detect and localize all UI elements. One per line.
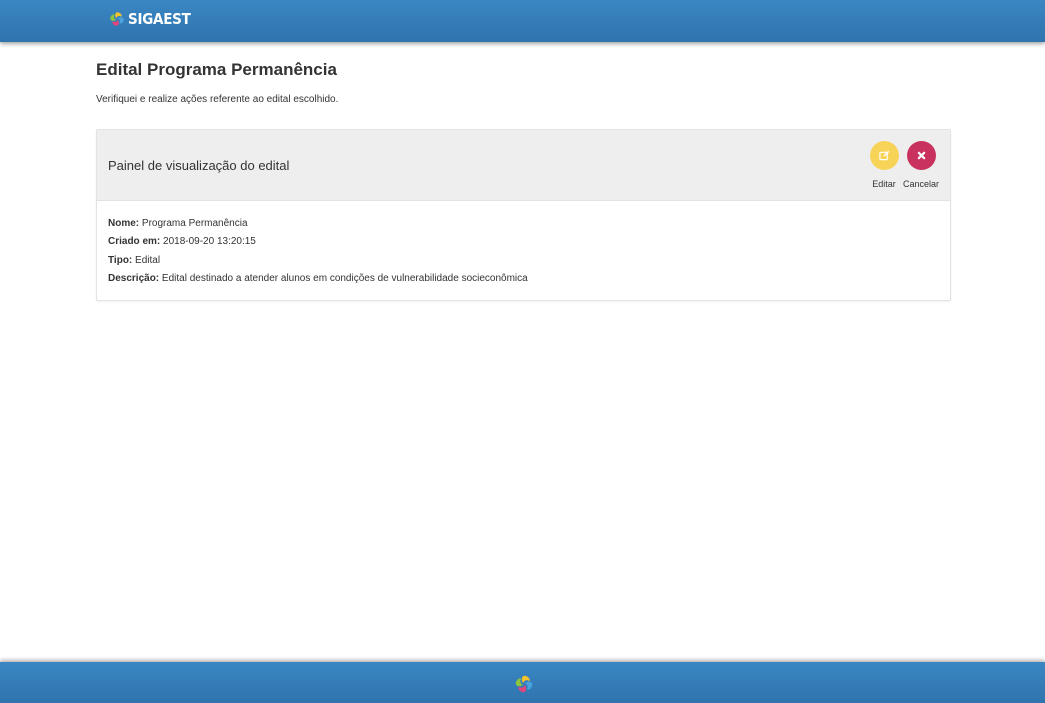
field-value: Edital destinado a atender alunos em con…: [161, 272, 528, 284]
cancel-button-circle[interactable]: [906, 141, 936, 170]
sigaest-logo[interactable]: SIGAEST: [108, 9, 198, 29]
edit-button-circle[interactable]: [869, 141, 899, 170]
top-navbar: SIGAEST: [0, 0, 1045, 42]
page-title: Edital Programa Permanência: [96, 60, 337, 79]
edital-panel: Painel de visualização do edital Editar …: [96, 129, 951, 301]
edit-button[interactable]: Editar: [864, 141, 904, 189]
field-label: Criado em:: [108, 236, 161, 248]
field-value: Edital: [135, 254, 161, 266]
field-descricao: Descrição: Edital destinado a atender al…: [108, 273, 528, 291]
panel-header: Painel de visualização do edital Editar …: [97, 130, 950, 201]
cancel-button-label[interactable]: Cancelar: [901, 179, 941, 189]
field-criado-em: Criado em: 2018-09-20 13:20:15: [108, 236, 528, 254]
panel-body: Nome: Programa Permanência Criado em: 20…: [108, 218, 528, 291]
sigaest-swirl-logo-icon: [515, 675, 533, 693]
page-subtitle: Verifiquei e realize ações referente ao …: [96, 94, 339, 105]
field-nome: Nome: Programa Permanência: [108, 218, 528, 236]
edit-icon: [878, 150, 889, 161]
field-label: Tipo:: [108, 254, 133, 266]
field-value: Programa Permanência: [141, 218, 248, 229]
brand-name: SIGAEST: [128, 10, 191, 28]
sigaest-swirl-logo-icon: [110, 12, 124, 26]
field-label: Nome:: [108, 218, 140, 229]
footer-bar: [0, 662, 1045, 703]
field-label: Descrição:: [108, 272, 160, 284]
footer-logo: [513, 673, 535, 700]
panel-title: Painel de visualização do edital: [108, 158, 290, 173]
close-icon: [917, 151, 925, 160]
edit-button-label[interactable]: Editar: [864, 179, 904, 189]
field-value: 2018-09-20 13:20:15: [163, 236, 256, 248]
field-tipo: Tipo: Edital: [108, 255, 528, 273]
cancel-button[interactable]: Cancelar: [901, 141, 941, 189]
